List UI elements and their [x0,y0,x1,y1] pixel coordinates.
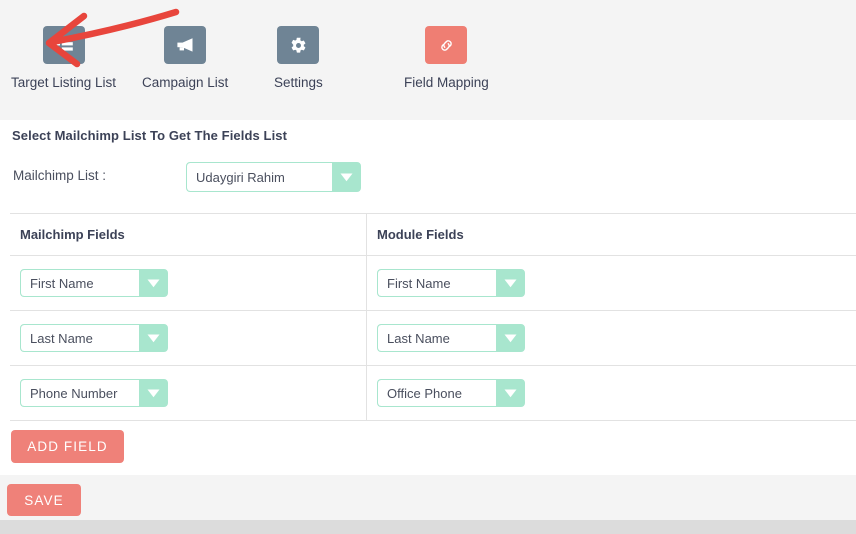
column-header-mailchimp-fields: Mailchimp Fields [20,227,125,242]
table-row: Last Name Last Name [10,311,856,366]
list-icon [54,37,73,53]
chevron-down-icon[interactable] [496,325,524,351]
module-field-select-2[interactable]: Office Phone [377,379,525,407]
module-field-select-1[interactable]: Last Name [377,324,525,352]
module-field-cell: Office Phone [367,366,856,420]
settings-tile[interactable] [277,26,320,64]
field-mapping-table: Mailchimp Fields Module Fields First Nam… [10,213,856,421]
mailchimp-field-value-1: Last Name [21,325,139,351]
module-field-value-2: Office Phone [378,380,496,406]
toolbar-label-target-listing-list: Target Listing List [11,75,117,90]
mailchimp-list-select[interactable]: Udaygiri Rahim [186,162,361,192]
module-field-value-1: Last Name [378,325,496,351]
chevron-down-icon[interactable] [496,270,524,296]
mailchimp-field-cell: Last Name [10,311,367,365]
footer-strip [0,520,856,534]
chevron-down-icon[interactable] [332,163,360,191]
panel-title: Select Mailchimp List To Get The Fields … [12,128,288,143]
module-field-cell: Last Name [367,311,856,365]
mailchimp-field-value-0: First Name [21,270,139,296]
field-mapping-tile[interactable] [425,26,468,64]
save-button[interactable]: SAVE [7,484,81,516]
module-field-cell: First Name [367,256,856,310]
toolbar-label-settings: Settings [274,75,323,90]
content-panel: Select Mailchimp List To Get The Fields … [0,120,856,475]
chevron-down-icon[interactable] [139,380,167,406]
table-header-cell-mailchimp-fields: Mailchimp Fields [10,214,367,255]
module-field-value-0: First Name [378,270,496,296]
mailchimp-field-cell: First Name [10,256,367,310]
mailchimp-list-row: Mailchimp List : Udaygiri Rahim [13,162,843,208]
mailchimp-field-select-2[interactable]: Phone Number [20,379,168,407]
toolbar-item-campaign-list[interactable]: Campaign List [142,26,228,90]
target-listing-list-tile[interactable] [42,26,85,64]
table-row: First Name First Name [10,256,856,311]
mailchimp-list-label: Mailchimp List : [13,168,107,183]
megaphone-icon [175,37,195,53]
mailchimp-field-cell: Phone Number [10,366,367,420]
mailchimp-field-select-0[interactable]: First Name [20,269,168,297]
table-header-cell-module-fields: Module Fields [367,214,856,255]
toolbar-label-field-mapping: Field Mapping [404,75,489,90]
mailchimp-field-value-2: Phone Number [21,380,139,406]
top-toolbar: Target Listing List Campaign List Settin… [0,0,856,118]
gear-icon [290,37,307,54]
table-header-row: Mailchimp Fields Module Fields [10,214,856,256]
toolbar-label-campaign-list: Campaign List [142,75,229,90]
app-page: Target Listing List Campaign List Settin… [0,0,856,534]
toolbar-item-settings[interactable]: Settings [274,26,323,90]
mailchimp-field-select-1[interactable]: Last Name [20,324,168,352]
mailchimp-list-selected-value: Udaygiri Rahim [187,163,332,191]
add-field-button[interactable]: ADD FIELD [11,430,124,463]
chevron-down-icon[interactable] [496,380,524,406]
link-icon [438,37,455,54]
toolbar-item-field-mapping[interactable]: Field Mapping [404,26,489,90]
chevron-down-icon[interactable] [139,270,167,296]
chevron-down-icon[interactable] [139,325,167,351]
table-row: Phone Number Office Phone [10,366,856,421]
toolbar-item-target-listing-list[interactable]: Target Listing List [11,26,116,90]
campaign-list-tile[interactable] [164,26,207,64]
column-header-module-fields: Module Fields [377,227,464,242]
module-field-select-0[interactable]: First Name [377,269,525,297]
